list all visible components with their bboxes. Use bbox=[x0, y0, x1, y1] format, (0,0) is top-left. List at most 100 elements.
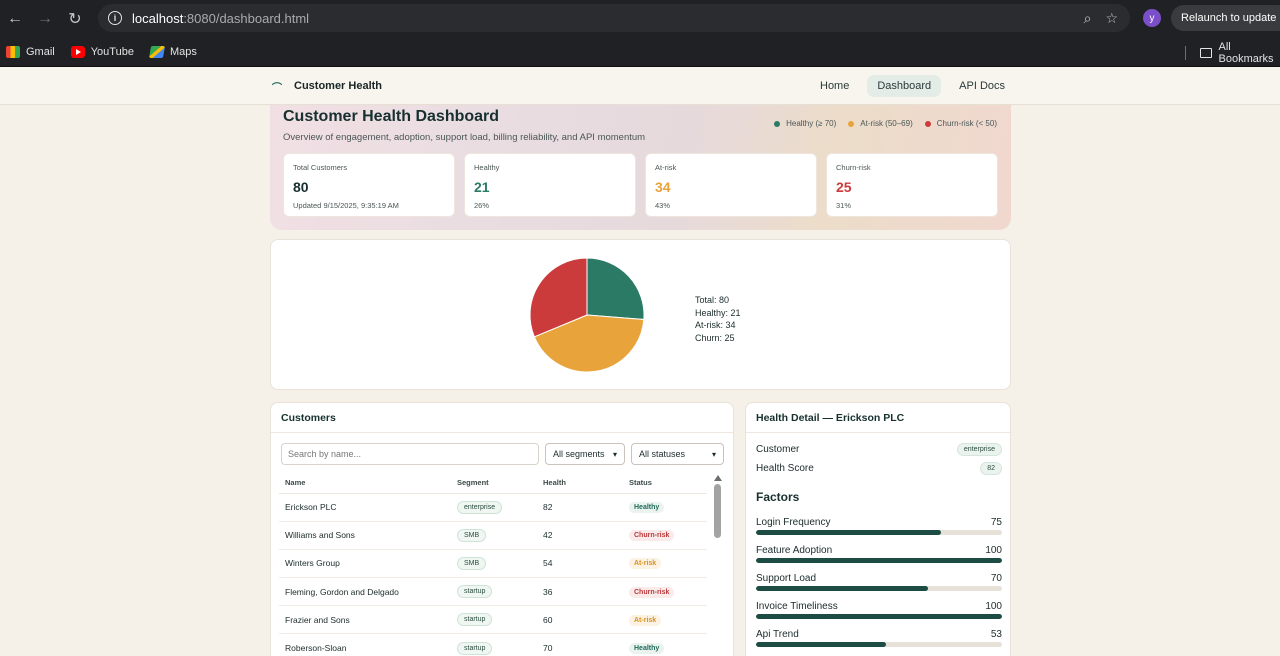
zoom-icon[interactable]: ⌕ bbox=[1084, 10, 1092, 27]
factor-row: Login Frequency 75 bbox=[756, 517, 1002, 528]
factor-row: Feature Adoption 100 bbox=[756, 545, 1002, 556]
stat-at-risk: At-risk: 34 bbox=[695, 320, 736, 330]
nav-dashboard[interactable]: Dashboard bbox=[867, 75, 942, 97]
table-row[interactable]: Frazier and Sons startup 60 At-risk bbox=[279, 605, 707, 635]
kpi-label: Total Customers bbox=[293, 163, 348, 172]
factor-label: Api Trend bbox=[756, 629, 799, 640]
kpi-percent: 43% bbox=[655, 201, 671, 210]
factor-bar-track bbox=[756, 614, 1002, 619]
status-badge: Churn-risk bbox=[629, 586, 675, 598]
segment-select[interactable]: All segments ▾ bbox=[545, 443, 625, 465]
bookmark-gmail[interactable]: Gmail bbox=[6, 46, 55, 58]
nav-api-docs[interactable]: API Docs bbox=[949, 75, 1015, 97]
customer-name: Frazier and Sons bbox=[279, 605, 451, 635]
top-nav: Home Dashboard API Docs bbox=[810, 67, 1015, 105]
reload-icon[interactable]: ↻ bbox=[60, 4, 90, 34]
kpi-at-risk: At-risk 34 43% bbox=[645, 153, 817, 217]
status-legend: Healthy (≥ 70) At-risk (50–69) Churn-ris… bbox=[774, 119, 997, 128]
nav-home[interactable]: Home bbox=[810, 75, 859, 97]
status-cell: At-risk bbox=[623, 549, 707, 579]
relaunch-button[interactable]: Relaunch to update bbox=[1171, 5, 1280, 31]
column-name[interactable]: Name bbox=[279, 473, 451, 494]
status-select[interactable]: All statuses ▾ bbox=[631, 443, 724, 465]
legend-at-risk: At-risk (50–69) bbox=[848, 119, 913, 128]
maps-icon bbox=[148, 46, 166, 58]
kpi-updated-time: Updated 9/15/2025, 9:35:19 AM bbox=[293, 201, 399, 210]
health-pie-card: Total: 80 Healthy: 21 At-risk: 34 Churn:… bbox=[270, 239, 1011, 390]
table-row[interactable]: Williams and Sons SMB 42 Churn-risk bbox=[279, 521, 707, 550]
factor-value: 70 bbox=[990, 573, 1002, 584]
health-pie-chart bbox=[529, 257, 645, 373]
status-cell: Healthy bbox=[623, 633, 707, 656]
table-scrollbar[interactable] bbox=[714, 475, 722, 656]
table-row[interactable]: Erickson PLC enterprise 82 Healthy bbox=[279, 493, 707, 522]
segment-cell: startup bbox=[451, 633, 537, 656]
healthy-dot-icon bbox=[774, 120, 781, 127]
scroll-up-arrow-icon[interactable] bbox=[714, 475, 722, 481]
column-segment[interactable]: Segment bbox=[451, 473, 537, 494]
factor-row: Invoice Timeliness 100 bbox=[756, 601, 1002, 612]
scroll-thumb[interactable] bbox=[714, 484, 721, 538]
customers-panel: Customers Search by name... All segments… bbox=[270, 402, 734, 656]
status-badge: At-risk bbox=[629, 614, 662, 626]
bookmark-youtube[interactable]: YouTube bbox=[70, 46, 134, 58]
browser-toolbar: ← → ↻ i localhost:8080/dashboard.html ⌕ … bbox=[0, 0, 1280, 38]
customers-title: Customers bbox=[271, 403, 733, 433]
status-cell: Churn-risk bbox=[623, 521, 707, 550]
column-status[interactable]: Status bbox=[623, 473, 707, 494]
health-score: 60 bbox=[537, 605, 623, 635]
factor-bar-fill bbox=[756, 558, 1002, 563]
table-row[interactable]: Winters Group SMB 54 At-risk bbox=[279, 549, 707, 579]
segment-badge: startup bbox=[457, 613, 493, 627]
customer-filters: Search by name... All segments ▾ All stat… bbox=[281, 443, 724, 465]
status-badge: Churn-risk bbox=[629, 530, 675, 542]
pie-stats: Total: 80 Healthy: 21 At-risk: 34 Churn:… bbox=[695, 294, 741, 344]
address-bar[interactable]: i localhost:8080/dashboard.html ⌕ ☆ bbox=[98, 4, 1130, 32]
segment-badge: enterprise bbox=[956, 443, 1002, 456]
app-header: ⌒ Customer Health Home Dashboard API Doc… bbox=[0, 67, 1280, 105]
segment-badge: SMB bbox=[457, 556, 487, 570]
table-row[interactable]: Fleming, Gordon and Delgado startup 36 C… bbox=[279, 577, 707, 607]
segment-cell: startup bbox=[451, 577, 537, 607]
forward-arrow-icon[interactable]: → bbox=[30, 4, 60, 34]
table-header-row: Name Segment Health Status bbox=[279, 473, 707, 494]
health-score: 82 bbox=[537, 493, 623, 522]
segment-badge: startup bbox=[457, 641, 493, 655]
factors-title: Factors bbox=[756, 490, 800, 504]
stat-healthy: Healthy: 21 bbox=[695, 307, 741, 318]
table-row[interactable]: Roberson-Sloan startup 70 Healthy bbox=[279, 633, 707, 656]
brand[interactable]: ⌒ Customer Health bbox=[272, 67, 382, 105]
factor-row: Api Trend 53 bbox=[756, 629, 1002, 640]
logo-icon: ⌒ bbox=[272, 83, 282, 94]
kpi-row: Total Customers 80 Updated 9/15/2025, 9:… bbox=[283, 153, 998, 217]
factor-bar-fill bbox=[756, 642, 887, 647]
segment-cell: startup bbox=[451, 605, 537, 635]
profile-avatar[interactable]: y bbox=[1143, 9, 1161, 27]
dashboard-hero: Customer Health Dashboard Overview of en… bbox=[270, 105, 1011, 230]
kpi-value: 21 bbox=[474, 179, 490, 195]
stat-churn: Churn: 25 bbox=[695, 332, 735, 343]
url-text[interactable]: localhost:8080/dashboard.html bbox=[132, 11, 309, 26]
column-health[interactable]: Health bbox=[537, 473, 623, 494]
factor-bar-track bbox=[756, 558, 1002, 563]
factor-bar-track bbox=[756, 586, 1002, 591]
bookmark-star-icon[interactable]: ☆ bbox=[1105, 10, 1118, 27]
factor-support-load: Support Load 70 bbox=[756, 573, 1002, 591]
search-input[interactable]: Search by name... bbox=[281, 443, 539, 465]
pie-slice-healthy[interactable] bbox=[586, 257, 645, 321]
detail-customer-row: Customer enterprise bbox=[756, 443, 1002, 456]
bookmarks-bar: Gmail YouTube Maps All Bookmarks bbox=[0, 38, 1280, 67]
customer-name: Erickson PLC bbox=[279, 493, 451, 522]
segment-cell: SMB bbox=[451, 549, 537, 579]
factor-value: 100 bbox=[985, 545, 1002, 556]
kpi-label: Healthy bbox=[474, 163, 500, 172]
segment-badge: startup bbox=[457, 585, 493, 599]
page-title: Customer Health Dashboard bbox=[283, 108, 500, 125]
status-cell: Healthy bbox=[623, 493, 707, 522]
all-bookmarks[interactable]: All Bookmarks bbox=[1185, 38, 1280, 67]
churn-risk-dot-icon bbox=[924, 120, 931, 127]
back-arrow-icon[interactable]: ← bbox=[0, 4, 30, 34]
site-info-icon[interactable]: i bbox=[108, 11, 122, 25]
bookmark-maps[interactable]: Maps bbox=[148, 46, 197, 58]
factor-label: Support Load bbox=[756, 573, 817, 584]
